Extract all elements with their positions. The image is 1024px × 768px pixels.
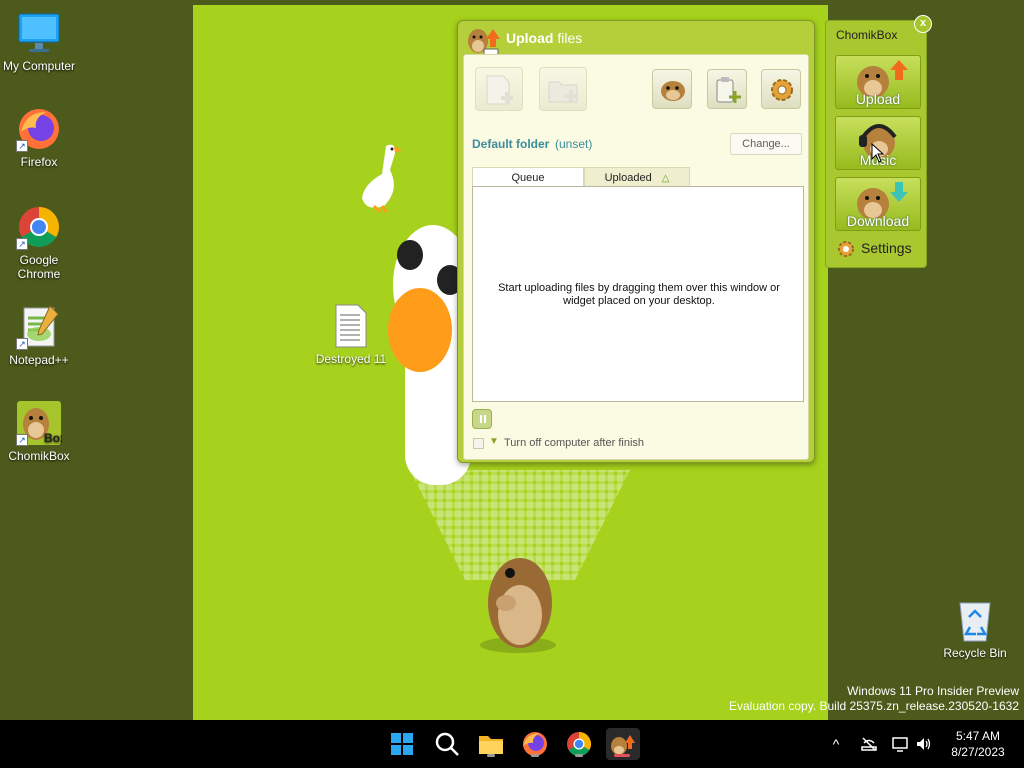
desktop-icon-chrome[interactable]: ↗ Google Chrome [0,204,79,281]
clock-time: 5:47 AM [955,729,1001,743]
firefox-icon: ↗ [16,106,62,152]
desktop-icon-label: My Computer [2,59,76,73]
running-indicator [487,754,495,757]
desktop-icon-notepadpp[interactable]: ↗ Notepad++ [0,304,79,367]
gear-icon [771,79,793,101]
desktop: My Computer ↗ Firefox ↗ Google Chrome ↗ … [0,0,1024,720]
tab-queue-label: Queue [511,172,545,184]
notepadpp-icon: ↗ [16,304,62,350]
watermark-line1: Windows 11 Pro Insider Preview [847,684,1019,698]
chevron-up-icon[interactable]: ^ [826,732,846,756]
desktop-icon-my-computer[interactable]: My Computer [0,10,79,73]
triangle-up-icon: △ [661,173,670,184]
widget-settings-label: Settings [861,240,912,256]
add-file-icon [486,75,513,105]
upload-title-rest: files [553,30,583,46]
widget-download-button[interactable]: Download [835,177,921,231]
text-file-icon [328,303,374,349]
taskbar-firefox-button[interactable] [519,728,551,760]
shutdown-label: Turn off computer after finish [504,437,645,449]
file-explorer-button[interactable] [475,728,507,760]
mouse-cursor-icon [871,143,885,163]
hamster-icon [661,81,685,101]
add-folder-icon [548,81,578,103]
tab-uploaded-label: Uploaded [604,172,652,184]
gear-icon [838,241,854,257]
svg-text:Box: Box [44,431,62,445]
shutdown-checkbox[interactable] [473,438,484,449]
widget-title: ChomikBox [836,28,898,42]
widget-upload-label: Upload [855,91,901,107]
windows-start-icon [391,733,413,755]
windows-watermark: Windows 11 Pro Insider Preview Evaluatio… [729,684,1019,714]
upload-title-bold: Upload [506,30,554,46]
shortcut-arrow-icon: ↗ [16,140,28,152]
desktop-icon-label: Google Chrome [17,253,61,281]
running-indicator [575,754,583,757]
running-indicator [531,754,539,757]
desktop-icon-label: Recycle Bin [943,646,1007,660]
search-icon [435,732,459,756]
network-offline-icon[interactable] [859,732,879,756]
taskbar-chomikbox-button[interactable] [606,728,640,760]
taskbar: ^ 5:47 AM 8/27/2023 [0,720,1024,768]
add-files-button[interactable] [475,67,523,111]
chomikbox-upload-app-icon [468,29,500,55]
queue-empty-message: Start uploading files by dragging them o… [498,282,780,307]
close-button[interactable]: x [914,15,932,33]
shortcut-arrow-icon: ↗ [16,238,28,250]
change-folder-button[interactable]: Change... [730,133,802,155]
widget-download-label: Download [846,213,910,229]
goose-small-icon [362,144,402,214]
pause-button[interactable] [472,409,492,429]
display-icon[interactable] [890,732,910,756]
tab-queue[interactable]: Queue [472,167,584,187]
clock-date: 8/27/2023 [951,745,1005,759]
hamster-pet-icon [480,558,556,653]
default-folder-label: Default folder [472,137,550,151]
shortcut-arrow-icon: ↗ [16,434,28,446]
desktop-icon-chomikbox[interactable]: Box ↗ ChomikBox [0,400,79,463]
widget-settings-button[interactable]: Settings [836,238,920,260]
desktop-icon-firefox[interactable]: ↗ Firefox [0,106,79,169]
taskbar-clock[interactable]: 5:47 AM 8/27/2023 [938,728,1018,760]
default-folder-value: (unset) [555,137,593,151]
add-folder-button[interactable] [539,67,587,111]
taskbar-chrome-button[interactable] [563,728,595,760]
chrome-icon: ↗ [16,204,62,250]
volume-icon[interactable] [914,732,934,756]
recycle-bin-icon [952,597,998,643]
chomikbox-icon: Box ↗ [16,400,67,446]
clipboard-add-icon [716,77,741,103]
desktop-icon-label: Firefox [20,155,58,169]
upload-files-window[interactable]: Upload files Default folder (unset) Chan… [457,20,815,463]
paste-button[interactable] [707,69,747,109]
shortcut-arrow-icon: ↗ [16,338,28,350]
upload-window-body: Default folder (unset) Change... Queue U… [463,54,809,460]
tab-uploaded[interactable]: Uploaded △ [584,167,690,187]
start-button[interactable] [386,728,418,760]
desktop-icon-label: Notepad++ [9,353,69,367]
chomik-account-button[interactable] [652,69,692,109]
upload-window-title: Upload files [506,30,582,46]
active-indicator [614,754,630,757]
monitor-icon [16,10,62,56]
settings-button[interactable] [761,69,801,109]
widget-upload-button[interactable]: Upload [835,55,921,109]
queue-list[interactable]: Start uploading files by dragging them o… [472,186,804,402]
dropdown-arrow-icon[interactable]: ▼ [489,436,499,447]
desktop-icon-label: ChomikBox [8,449,70,463]
watermark-line2: Evaluation copy. Build 25375.zn_release.… [729,699,1019,713]
desktop-icon-recycle-bin[interactable]: Recycle Bin [935,597,1015,660]
search-button[interactable] [431,728,463,760]
